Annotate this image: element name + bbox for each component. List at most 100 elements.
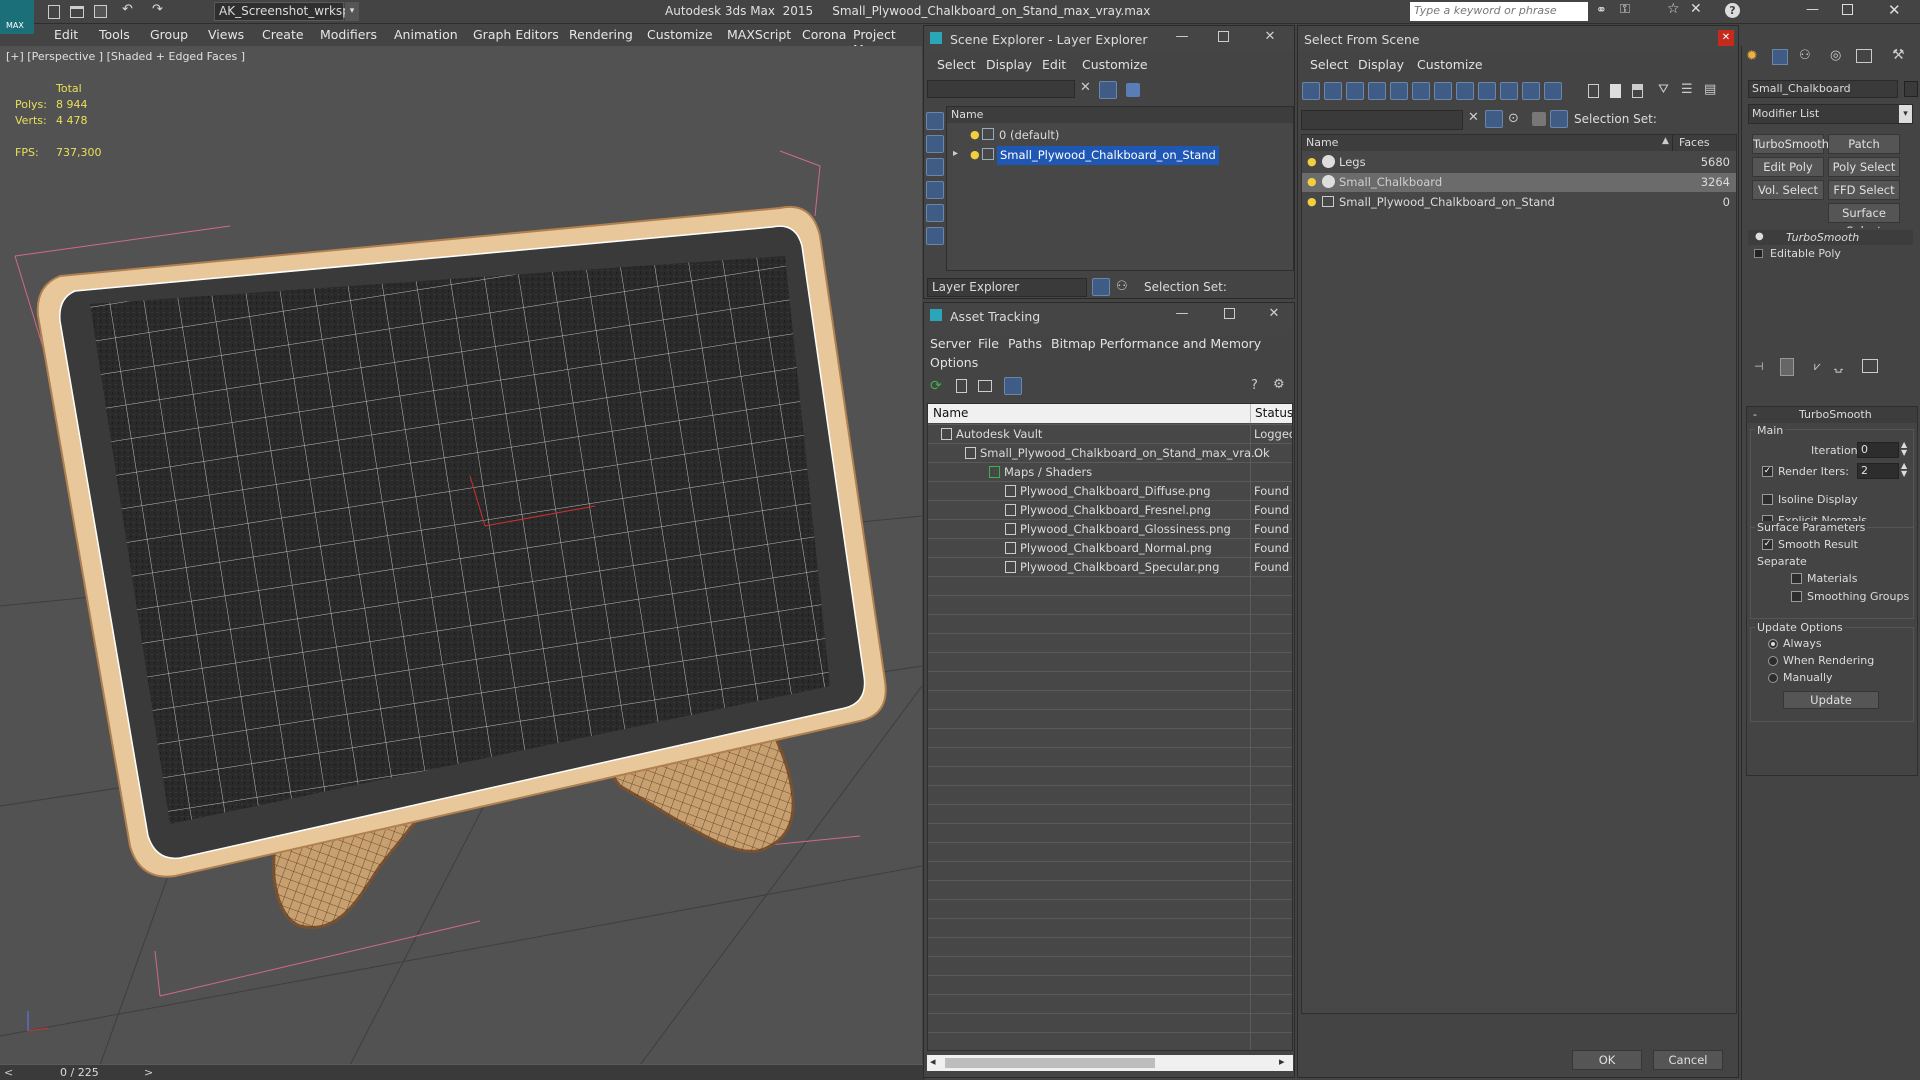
- menu-rendering[interactable]: Rendering: [569, 27, 633, 42]
- scroll-left-icon[interactable]: ◂: [930, 1055, 936, 1068]
- se-menu-display[interactable]: Display: [986, 57, 1032, 72]
- close-icon[interactable]: ✕: [1262, 29, 1278, 44]
- sfs-faces-header[interactable]: Faces: [1672, 135, 1736, 151]
- ffd-select-button[interactable]: FFD Select: [1828, 180, 1900, 200]
- clear-search-icon[interactable]: ✕: [1080, 80, 1091, 95]
- layers-icon[interactable]: [1126, 83, 1140, 97]
- always-radio[interactable]: [1768, 639, 1778, 649]
- display-geometry-icon[interactable]: [926, 112, 944, 130]
- open-file-icon[interactable]: [70, 6, 84, 18]
- motion-tab-icon[interactable]: ◎: [1830, 48, 1841, 63]
- asset-tracking-titlebar[interactable]: Asset Tracking — ✕: [924, 303, 1294, 329]
- time-next-button[interactable]: >: [144, 1066, 153, 1079]
- display-cameras-icon[interactable]: [926, 181, 944, 199]
- collapse-icon[interactable]: ▤: [1704, 82, 1716, 97]
- funnel-icon[interactable]: ⛛: [1658, 82, 1669, 97]
- sfs-search-input[interactable]: [1301, 110, 1463, 130]
- select-dependents-icon[interactable]: ⊙: [1508, 111, 1519, 126]
- at-menu-bitmap[interactable]: Bitmap Performance and Memory: [1051, 336, 1261, 351]
- filter-groups-icon[interactable]: [1434, 82, 1452, 100]
- spinner-arrows-icon[interactable]: ▲ ▼: [1901, 462, 1907, 478]
- select-invert-icon[interactable]: [1632, 84, 1643, 98]
- help-icon[interactable]: ?: [1725, 3, 1740, 18]
- lightbulb-icon[interactable]: ●: [1755, 231, 1764, 242]
- save-icon[interactable]: [94, 5, 107, 18]
- refresh-icon[interactable]: ⟳: [930, 378, 942, 394]
- app-logo[interactable]: MAX: [0, 0, 34, 34]
- asset-file-row[interactable]: Plywood_Chalkboard_Specular.png Found: [928, 558, 1292, 577]
- stack-item-editable-poly[interactable]: Editable Poly: [1748, 246, 1913, 261]
- search-box[interactable]: Type a keyword or phrase: [1410, 2, 1588, 21]
- when-rendering-radio[interactable]: [1768, 656, 1778, 666]
- smoothing-groups-checkbox[interactable]: [1791, 591, 1802, 602]
- filter-containers-icon[interactable]: [1500, 82, 1518, 100]
- cancel-button[interactable]: Cancel: [1653, 1050, 1723, 1070]
- stack-item-turbosmooth[interactable]: ● TurboSmooth: [1748, 230, 1913, 245]
- filter-helpers-icon[interactable]: [1390, 82, 1408, 100]
- menu-modifiers[interactable]: Modifiers: [320, 27, 377, 42]
- lightbulb-icon[interactable]: ●: [1307, 155, 1317, 168]
- clear-search-icon[interactable]: ✕: [1468, 110, 1479, 125]
- show-end-result-icon[interactable]: [1780, 358, 1794, 376]
- hierarchy-filter-icon[interactable]: ☰: [1681, 82, 1693, 97]
- menu-animation[interactable]: Animation: [394, 27, 458, 42]
- workspace-dropdown[interactable]: AK_Screenshot_wrksp: [214, 2, 350, 21]
- surface-select-button[interactable]: Surface Select: [1828, 203, 1900, 238]
- binoculars-icon[interactable]: ⚭: [1596, 3, 1607, 18]
- asset-tree-node[interactable]: Autodesk Vault Logged: [928, 425, 1292, 444]
- ok-button[interactable]: OK: [1572, 1050, 1642, 1070]
- filter-frozen-icon[interactable]: [1522, 82, 1540, 100]
- sfs-menu-select[interactable]: Select: [1310, 57, 1349, 72]
- spinner-arrows-icon[interactable]: ▲ ▼: [1901, 441, 1907, 457]
- close-icon[interactable]: ✕: [1718, 30, 1734, 46]
- minimize-icon[interactable]: —: [1174, 29, 1190, 44]
- filter-geometry-icon[interactable]: [1302, 82, 1320, 100]
- close-x-icon[interactable]: ✕: [1690, 1, 1702, 17]
- patch-select-button[interactable]: Patch Select: [1828, 134, 1900, 169]
- rollout-header[interactable]: - TurboSmooth: [1747, 407, 1917, 423]
- maximize-icon[interactable]: [1224, 308, 1235, 319]
- display-spacewarps-icon[interactable]: [926, 227, 944, 245]
- scroll-thumb[interactable]: [945, 1058, 1155, 1068]
- minimize-icon[interactable]: —: [1174, 306, 1190, 321]
- menu-maxscript[interactable]: MAXScript: [727, 27, 791, 42]
- remove-modifier-icon[interactable]: ⍽: [1834, 359, 1843, 373]
- close-icon[interactable]: ✕: [1266, 306, 1282, 321]
- object-name-field[interactable]: Small_Chalkboard: [1748, 80, 1898, 98]
- menu-tools[interactable]: Tools: [99, 27, 130, 42]
- manually-radio[interactable]: [1768, 673, 1778, 683]
- at-menu-server[interactable]: Server: [930, 336, 971, 351]
- filter-lights-icon[interactable]: [1346, 82, 1364, 100]
- pin-stack-icon[interactable]: ⊣: [1754, 360, 1764, 373]
- at-menu-options[interactable]: Options: [930, 355, 978, 370]
- smooth-result-checkbox[interactable]: ✓: [1762, 539, 1773, 550]
- hierarchy-icon[interactable]: [1550, 110, 1568, 128]
- asset-tree-node[interactable]: Maps / Shaders: [928, 463, 1292, 482]
- se-search-input[interactable]: [927, 80, 1075, 98]
- edit-poly-button[interactable]: Edit Poly: [1752, 157, 1824, 177]
- settings-icon[interactable]: ⚙: [1273, 377, 1285, 392]
- update-button[interactable]: Update: [1783, 691, 1879, 709]
- isoline-display-checkbox[interactable]: [1762, 494, 1773, 505]
- asset-tree-node[interactable]: Small_Plywood_Chalkboard_on_Stand_max_vr…: [928, 444, 1292, 463]
- filter-cameras-icon[interactable]: [1368, 82, 1386, 100]
- render-iters-spinner[interactable]: 2: [1857, 463, 1899, 479]
- make-unique-icon[interactable]: ⩗: [1814, 359, 1821, 374]
- utilities-tab-icon[interactable]: ⚒: [1892, 47, 1905, 63]
- object-row[interactable]: ● Legs 5680: [1302, 153, 1736, 172]
- sfs-titlebar[interactable]: Select From Scene ✕: [1298, 26, 1738, 52]
- turbosmooth-button[interactable]: TurboSmooth: [1752, 134, 1829, 154]
- hierarchy-icon[interactable]: ⚇: [1116, 279, 1128, 294]
- menu-corona[interactable]: Corona: [802, 27, 846, 42]
- lightbulb-icon[interactable]: ●: [970, 148, 980, 161]
- se-menu-customize[interactable]: Customize: [1082, 57, 1148, 72]
- display-helpers-icon[interactable]: [926, 204, 944, 222]
- filter-hidden-icon[interactable]: [1544, 82, 1562, 100]
- menu-customize[interactable]: Customize: [647, 27, 713, 42]
- sfs-menu-customize[interactable]: Customize: [1417, 57, 1483, 72]
- object-row[interactable]: ● Small_Plywood_Chalkboard_on_Stand 0: [1302, 193, 1736, 212]
- object-color-swatch[interactable]: [1904, 81, 1918, 97]
- se-menu-edit[interactable]: Edit: [1042, 57, 1066, 72]
- asset-file-row[interactable]: Plywood_Chalkboard_Glossiness.png Found: [928, 520, 1292, 539]
- sfs-name-header[interactable]: Name: [1302, 135, 1672, 151]
